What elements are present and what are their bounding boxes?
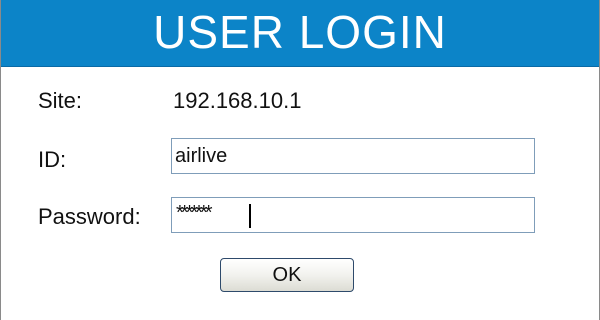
page-title: USER LOGIN [153, 6, 447, 58]
id-field[interactable] [171, 138, 535, 174]
id-label: ID: [38, 147, 67, 172]
site-label: Site: [38, 88, 83, 113]
password-field[interactable]: ******* [171, 197, 535, 233]
login-panel: USER LOGIN Site: 192.168.10.1 ID: Passwo… [0, 0, 600, 320]
ok-button[interactable]: OK [220, 258, 354, 292]
text-caret [249, 204, 251, 228]
password-label: Password: [38, 204, 141, 229]
password-mask: ******* [176, 202, 213, 224]
site-value: 192.168.10.1 [173, 88, 302, 113]
header-bar: USER LOGIN [1, 0, 599, 67]
